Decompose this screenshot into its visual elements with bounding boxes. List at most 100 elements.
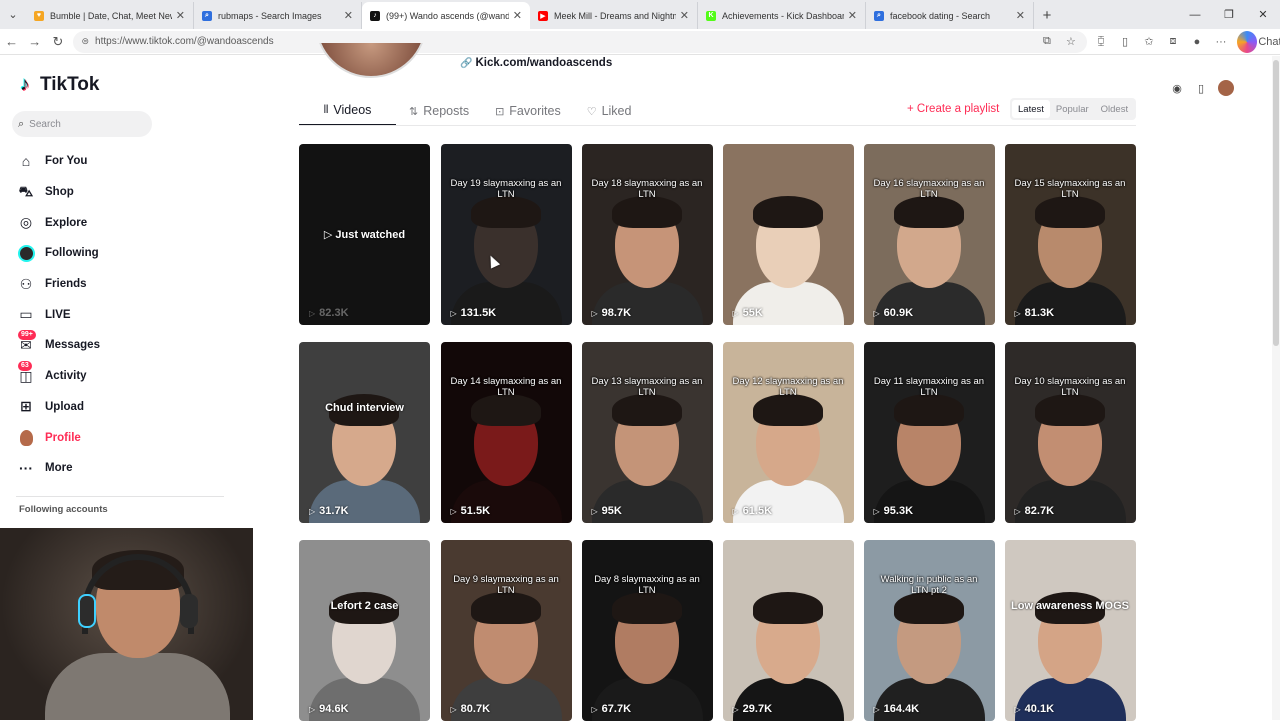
video-thumbnail[interactable]: Day 18 slaymaxxing as an LTN ▷ 98.7K <box>581 144 713 325</box>
friends-icon: ⚇ <box>19 275 33 292</box>
create-playlist-button[interactable]: + Create a playlist <box>907 103 999 115</box>
video-thumbnail[interactable]: Day 13 slaymaxxing as an LTN ▷ 95K <box>581 342 713 523</box>
video-caption: Day 19 slaymaxxing as an LTN <box>450 178 562 200</box>
video-thumbnail[interactable]: Day 19 slaymaxxing as an LTN ▷ 131.5K <box>440 144 572 325</box>
favorites-icon[interactable]: ✩ <box>1139 31 1159 53</box>
extensions-icon[interactable]: ⧮ <box>1091 31 1111 53</box>
view-count-text: 95K <box>601 505 622 517</box>
video-overlay-text: Lefort 2 case <box>330 600 399 612</box>
sidebar-item-profile[interactable]: Profile <box>16 422 100 453</box>
sort-popular-button[interactable]: Popular <box>1050 100 1095 118</box>
video-thumbnail[interactable]: ▷ 55K <box>722 144 854 325</box>
browser-tab[interactable]: ⌕ rubmaps - Search Images ✕ <box>194 2 362 29</box>
video-thumbnail[interactable]: Day 14 slaymaxxing as an LTN ▷ 51.5K <box>440 342 572 523</box>
video-thumbnail[interactable]: Walking in public as an LTN pt 2 ▷ 164.4K <box>863 540 995 721</box>
video-thumbnail[interactable]: Low awareness MOGS ▷ 40.1K <box>1004 540 1136 721</box>
sidebar-item-for-you[interactable]: ⌂ For You <box>16 146 100 177</box>
forward-icon[interactable]: → <box>23 30 46 54</box>
coins-icon[interactable]: ◉ <box>1170 82 1184 95</box>
site-info-icon[interactable]: ⊜ <box>81 36 89 47</box>
sidebar-item-more[interactable]: ··· More <box>16 453 100 484</box>
minimize-icon[interactable]: — <box>1178 0 1212 29</box>
profile-link-text: Kick.com/wandoascends <box>475 57 613 69</box>
play-icon: ▷ <box>732 704 739 714</box>
sidebar-item-label: More <box>45 462 73 475</box>
sidebar-item-upload[interactable]: ⊞ Upload <box>16 392 100 423</box>
browser-tab[interactable]: ♪ (99+) Wando ascends (@wandoas ✕ <box>362 2 530 29</box>
sidebar-item-messages[interactable]: ✉ 99+ Messages <box>16 330 100 361</box>
copilot-chat-button[interactable]: Chat <box>1236 30 1280 53</box>
tab-liked[interactable]: ♡ Liked <box>574 96 645 126</box>
browser-tab[interactable]: ⌕ facebook dating - Search ✕ <box>866 2 1034 29</box>
sidebar-item-explore[interactable]: ◎ Explore <box>16 207 100 238</box>
profile-avatar[interactable] <box>315 43 427 78</box>
sidebar-item-label: LIVE <box>45 308 71 321</box>
top-right-actions: ◉ ▯ <box>1170 80 1234 96</box>
video-thumbnail[interactable]: Day 15 slaymaxxing as an LTN ▷ 81.3K <box>1004 144 1136 325</box>
sidebar-item-label: Activity <box>45 370 87 383</box>
close-tab-icon[interactable]: ✕ <box>848 9 857 22</box>
video-thumbnail[interactable]: Day 8 slaymaxxing as an LTN ▷ 67.7K <box>581 540 713 721</box>
video-thumbnail[interactable]: Chud interview ▷ 31.7K <box>299 342 430 523</box>
tab-favorites[interactable]: ⊡ Favorites <box>482 96 574 126</box>
maximize-icon[interactable]: ❐ <box>1212 0 1246 29</box>
view-count: ▷ 29.7K <box>733 703 773 715</box>
tab-title: (99+) Wando ascends (@wandoas <box>386 10 509 21</box>
video-overlay-text: ▷ Just watched <box>323 229 406 241</box>
search-input[interactable]: ⌕ Search <box>12 111 152 137</box>
sidebar-item-following[interactable]: Following <box>16 238 100 269</box>
back-icon[interactable]: ← <box>0 30 23 54</box>
close-tab-icon[interactable]: ✕ <box>1016 9 1025 22</box>
open-in-app-icon[interactable]: ⧉ <box>1037 31 1057 53</box>
sidebar-item-live[interactable]: ▭ LIVE <box>16 299 100 330</box>
close-tab-icon[interactable]: ✕ <box>680 9 689 22</box>
browser-tab[interactable]: ♥ Bumble | Date, Chat, Meet New Pe ✕ <box>26 2 194 29</box>
url-field[interactable]: ⊜ https://www.tiktok.com/@wandoascends ⧉… <box>73 30 1087 53</box>
collections-icon[interactable]: ⧈ <box>1163 31 1183 53</box>
view-count-text: 81.3K <box>1024 307 1055 319</box>
profile-bio-link[interactable]: 🔗 Kick.com/wandoascends <box>460 57 612 69</box>
view-count-text: 31.7K <box>319 505 349 517</box>
search-icon: ⌕ <box>18 117 25 130</box>
browser-profile-icon[interactable]: ● <box>1187 31 1207 53</box>
settings-more-icon[interactable]: ··· <box>1211 31 1231 53</box>
browser-tab[interactable]: K Achievements - Kick Dashboard ✕ <box>698 2 866 29</box>
user-avatar-icon[interactable] <box>1218 80 1234 96</box>
refresh-icon[interactable]: ↻ <box>46 30 69 54</box>
device-icon[interactable]: ▯ <box>1194 82 1208 95</box>
sidebar-item-activity[interactable]: ◫ 63 Activity <box>16 361 100 392</box>
browser-tab[interactable]: ▶ Meek Mill - Dreams and Nightma ✕ <box>530 2 698 29</box>
close-tab-icon[interactable]: ✕ <box>513 9 522 22</box>
view-count: ▷ 95.3K <box>874 505 914 517</box>
tab-videos[interactable]: ⦀ Videos <box>299 96 396 126</box>
close-tab-icon[interactable]: ✕ <box>344 9 353 22</box>
sidebar-item-label: Following <box>45 247 99 260</box>
sort-oldest-button[interactable]: Oldest <box>1095 100 1134 118</box>
favorite-star-icon[interactable]: ☆ <box>1061 31 1081 53</box>
video-thumbnail[interactable]: Day 9 slaymaxxing as an LTN ▷ 80.7K <box>440 540 572 721</box>
tab-actions-menu-icon[interactable]: ⌄ <box>0 0 26 29</box>
tab-reposts[interactable]: ⇅ Reposts <box>396 96 482 126</box>
video-thumbnail[interactable]: Day 11 slaymaxxing as an LTN ▷ 95.3K <box>863 342 995 523</box>
video-thumbnail[interactable]: Day 16 slaymaxxing as an LTN ▷ 60.9K <box>863 144 995 325</box>
view-count-text: 55K <box>742 307 763 319</box>
view-count: ▷ 131.5K <box>451 307 497 319</box>
sidebar-item-friends[interactable]: ⚇ Friends <box>16 269 100 300</box>
sidebar-item-shop[interactable]: ⛍ Shop <box>16 177 100 208</box>
video-thumbnail[interactable]: Day 10 slaymaxxing as an LTN ▷ 82.7K <box>1004 342 1136 523</box>
sort-latest-button[interactable]: Latest <box>1012 100 1050 118</box>
tiktok-logo[interactable]: ♪ TikTok <box>18 74 99 96</box>
new-tab-button[interactable]: + <box>1034 2 1060 29</box>
close-window-icon[interactable]: ✕ <box>1246 0 1280 29</box>
video-overlay-text: Low awareness MOGS <box>1011 600 1129 612</box>
video-thumbnail[interactable]: Day 12 slaymaxxing as an LTN ▷ 61.5K <box>722 342 854 523</box>
view-count: ▷ 51.5K <box>451 505 491 517</box>
split-screen-icon[interactable]: ▯ <box>1115 31 1135 53</box>
scrollbar-thumb[interactable] <box>1273 60 1279 346</box>
close-tab-icon[interactable]: ✕ <box>176 9 185 22</box>
video-thumbnail[interactable]: ▷ 29.7K <box>722 540 854 721</box>
video-thumbnail[interactable]: ▷ Just watched ▷ 82.3K <box>299 144 430 325</box>
video-thumbnail[interactable]: Lefort 2 case ▷ 94.6K <box>299 540 430 721</box>
view-count: ▷ 40.1K <box>1015 703 1055 715</box>
link-icon: 🔗 <box>460 57 473 69</box>
